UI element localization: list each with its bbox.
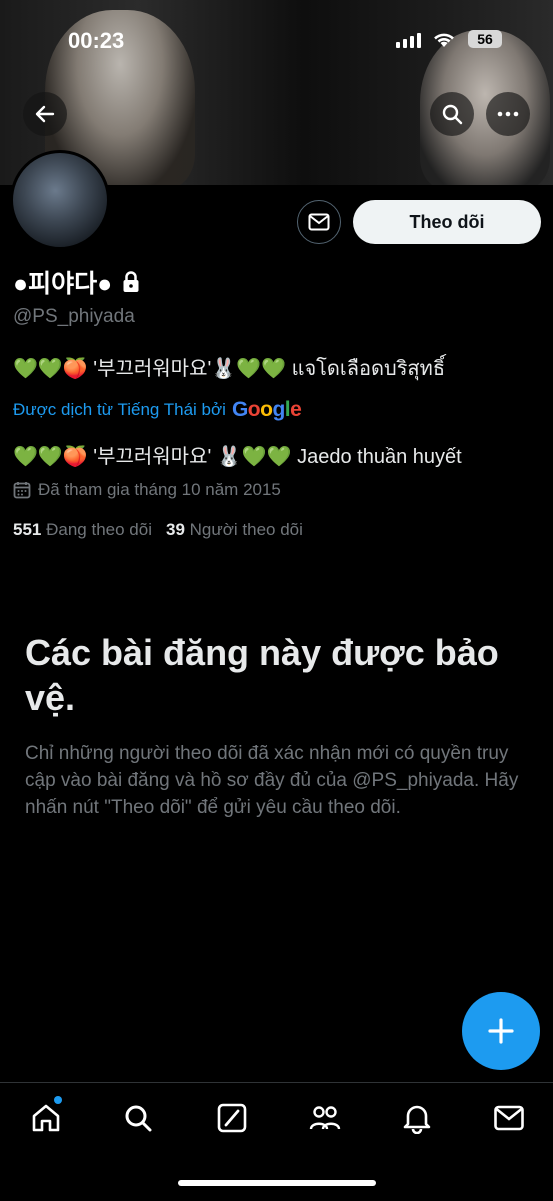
calendar-icon xyxy=(13,482,31,499)
nav-notifications[interactable] xyxy=(400,1101,434,1135)
join-date-text: Đã tham gia tháng 10 năm 2015 xyxy=(38,480,281,499)
status-bar: 00:23 56 xyxy=(0,28,553,58)
home-icon xyxy=(32,1104,60,1132)
more-button[interactable] xyxy=(486,92,530,136)
compose-button[interactable] xyxy=(462,992,540,1070)
following-label: Đang theo dõi xyxy=(46,520,152,539)
translation-label: Được dịch từ Tiếng Thái bởi xyxy=(13,400,226,419)
more-icon xyxy=(497,111,519,117)
plus-icon xyxy=(488,1018,514,1044)
nav-communities[interactable] xyxy=(308,1101,342,1135)
messages-icon xyxy=(494,1105,524,1131)
nav-home[interactable] xyxy=(29,1101,63,1135)
search-button[interactable] xyxy=(430,92,474,136)
follow-stats: 551 Đang theo dõi 39 Người theo dõi xyxy=(13,520,303,540)
join-date: Đã tham gia tháng 10 năm 2015 xyxy=(13,480,281,500)
avatar[interactable] xyxy=(10,150,110,250)
message-button[interactable] xyxy=(297,200,341,244)
home-notification-dot xyxy=(54,1096,62,1104)
protected-description: Chỉ những người theo dõi đã xác nhận mới… xyxy=(25,743,519,818)
lock-icon xyxy=(123,271,139,292)
back-arrow-icon xyxy=(35,105,55,123)
cellular-signal-icon xyxy=(396,32,421,48)
wifi-icon xyxy=(434,33,454,47)
search-icon xyxy=(125,1105,152,1132)
display-name: ●피야다● xyxy=(13,270,113,298)
home-indicator xyxy=(178,1180,376,1186)
nav-grok[interactable] xyxy=(215,1101,249,1135)
bio-translation: 💚💚🍑 '부끄러워마요' 🐰💚💚 Jaedo thuần huyết xyxy=(13,446,462,468)
mail-icon xyxy=(308,213,330,231)
nav-search[interactable] xyxy=(121,1101,155,1135)
nav-messages[interactable] xyxy=(492,1101,526,1135)
communities-icon xyxy=(309,1106,341,1130)
followers-link[interactable]: 39 Người theo dõi xyxy=(166,520,303,540)
followers-count: 39 xyxy=(165,520,185,539)
back-button[interactable] xyxy=(23,92,67,136)
battery-indicator: 56 xyxy=(468,30,502,48)
profile-bio: 💚💚🍑 '부끄러워마요'🐰💚💚 แจโดเลือดบริสุทธิ์ xyxy=(13,358,446,380)
profile-name: ●피야다● xyxy=(13,264,140,300)
follow-button[interactable]: Theo dõi xyxy=(353,200,541,244)
following-link[interactable]: 551 Đang theo dõi xyxy=(13,520,152,540)
google-logo: Google xyxy=(231,398,302,421)
protected-title: Các bài đăng này được bảo vệ. xyxy=(25,632,499,718)
translation-notice[interactable]: Được dịch từ Tiếng Thái bởi Google xyxy=(13,398,302,422)
followers-label: Người theo dõi xyxy=(189,520,303,539)
grok-icon xyxy=(217,1103,247,1133)
status-time: 00:23 xyxy=(68,28,125,53)
following-count: 551 xyxy=(13,520,42,539)
notifications-icon xyxy=(403,1105,431,1134)
search-icon xyxy=(442,104,463,125)
profile-handle: @PS_phiyada xyxy=(13,306,135,327)
